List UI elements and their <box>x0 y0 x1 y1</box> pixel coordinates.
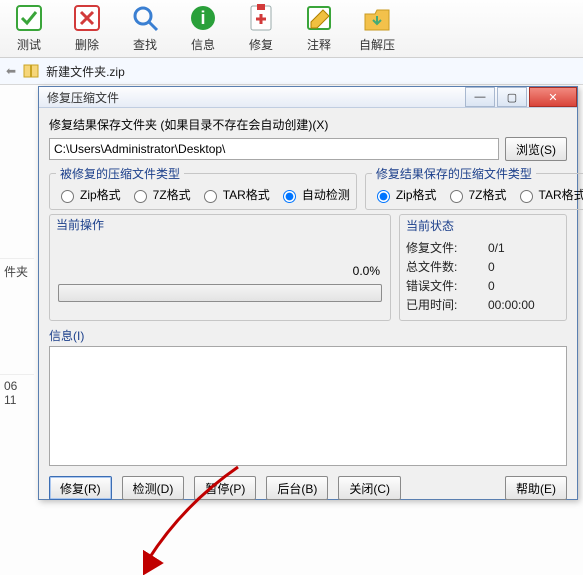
dialog-titlebar: 修复压缩文件 — ▢ ✕ <box>39 87 577 108</box>
delete-icon <box>71 2 103 34</box>
radio-自动检测[interactable]: 自动检测 <box>278 186 350 203</box>
dialog-title: 修复压缩文件 <box>47 89 463 106</box>
toolbar-label: 信息 <box>191 36 215 53</box>
progress-percent: 0.0% <box>56 262 384 280</box>
toolbar-label: 查找 <box>133 36 157 53</box>
status-box: 当前状态 修复文件:0/1总文件数:0错误文件:0已用时间:00:00:00 <box>399 214 567 321</box>
status-key: 已用时间: <box>406 295 482 314</box>
radio-TAR格式[interactable]: TAR格式 <box>515 186 583 203</box>
result-type-legend: 修复结果保存的压缩文件类型 <box>372 165 536 182</box>
comment-icon <box>303 2 335 34</box>
status-value: 00:00:00 <box>482 295 560 314</box>
test-icon <box>13 2 45 34</box>
toolbar-label: 测试 <box>17 36 41 53</box>
radio-7Z格式[interactable]: 7Z格式 <box>129 186 191 203</box>
detect-button[interactable]: 检测(D) <box>122 476 185 500</box>
toolbar-sfx[interactable]: 自解压 <box>354 2 400 53</box>
radio-TAR格式[interactable]: TAR格式 <box>199 186 270 203</box>
status-key: 错误文件: <box>406 276 482 295</box>
browse-button[interactable]: 浏览(S) <box>505 137 567 161</box>
background-list: 件夹 06 11 <box>0 88 34 488</box>
toolbar-delete[interactable]: 删除 <box>64 2 110 53</box>
radio-Zip格式[interactable]: Zip格式 <box>56 186 121 203</box>
background-button[interactable]: 后台(B) <box>266 476 328 500</box>
current-operation-box: 当前操作 0.0% <box>49 214 391 321</box>
save-path-input[interactable] <box>49 138 499 160</box>
status-key: 修复文件: <box>406 238 482 257</box>
svg-text:i: i <box>200 8 205 28</box>
address-bar: ⬅ 新建文件夹.zip <box>0 58 583 85</box>
toolbar-label: 修复 <box>249 36 273 53</box>
maximize-button[interactable]: ▢ <box>497 87 527 107</box>
main-toolbar: 测试 删除 查找 i 信息 修复 注释 自解压 <box>0 0 583 58</box>
toolbar-comment[interactable]: 注释 <box>296 2 342 53</box>
status-value: 0/1 <box>482 238 560 257</box>
window-close-button[interactable]: ✕ <box>529 87 577 107</box>
back-arrow-icon[interactable]: ⬅ <box>6 64 16 78</box>
dialog-button-row: 修复(R) 检测(D) 暂停(P) 后台(B) 关闭(C) 帮助(E) <box>49 470 567 500</box>
status-label: 当前状态 <box>406 217 560 234</box>
repair-button[interactable]: 修复(R) <box>49 476 112 500</box>
info-textarea[interactable] <box>49 346 567 466</box>
repair-icon <box>245 2 277 34</box>
toolbar-label: 注释 <box>307 36 331 53</box>
status-row: 错误文件:0 <box>406 276 560 295</box>
source-type-group: 被修复的压缩文件类型 Zip格式 7Z格式 TAR格式自动检测 <box>49 165 357 210</box>
help-button[interactable]: 帮助(E) <box>505 476 567 500</box>
archive-icon <box>22 62 40 80</box>
toolbar-test[interactable]: 测试 <box>6 2 52 53</box>
status-key: 总文件数: <box>406 257 482 276</box>
toolbar-info[interactable]: i 信息 <box>180 2 226 53</box>
source-type-legend: 被修复的压缩文件类型 <box>56 165 184 182</box>
toolbar-label: 删除 <box>75 36 99 53</box>
sfx-icon <box>361 2 393 34</box>
minimize-button[interactable]: — <box>465 87 495 107</box>
status-value: 0 <box>482 276 560 295</box>
search-icon <box>129 2 161 34</box>
progress-bar <box>58 284 382 302</box>
radio-Zip格式[interactable]: Zip格式 <box>372 186 437 203</box>
bg-fragment-1: 件夹 <box>0 258 34 284</box>
status-row: 总文件数:0 <box>406 257 560 276</box>
radio-7Z格式[interactable]: 7Z格式 <box>445 186 507 203</box>
close-button[interactable]: 关闭(C) <box>338 476 401 500</box>
status-row: 修复文件:0/1 <box>406 238 560 257</box>
info-icon: i <box>187 2 219 34</box>
result-type-group: 修复结果保存的压缩文件类型 Zip格式 7Z格式 TAR格式 <box>365 165 583 210</box>
repair-dialog: 修复压缩文件 — ▢ ✕ 修复结果保存文件夹 (如果目录不存在会自动创建)(X)… <box>38 86 578 500</box>
bg-fragment-2: 06 11 <box>0 374 34 411</box>
current-operation-label: 当前操作 <box>56 216 384 233</box>
save-folder-label: 修复结果保存文件夹 (如果目录不存在会自动创建)(X) <box>49 116 567 133</box>
pause-button[interactable]: 暂停(P) <box>194 476 256 500</box>
info-label: 信息(I) <box>49 325 567 346</box>
toolbar-search[interactable]: 查找 <box>122 2 168 53</box>
status-row: 已用时间:00:00:00 <box>406 295 560 314</box>
toolbar-label: 自解压 <box>359 36 395 53</box>
archive-path: 新建文件夹.zip <box>46 63 125 80</box>
status-value: 0 <box>482 257 560 276</box>
toolbar-repair[interactable]: 修复 <box>238 2 284 53</box>
